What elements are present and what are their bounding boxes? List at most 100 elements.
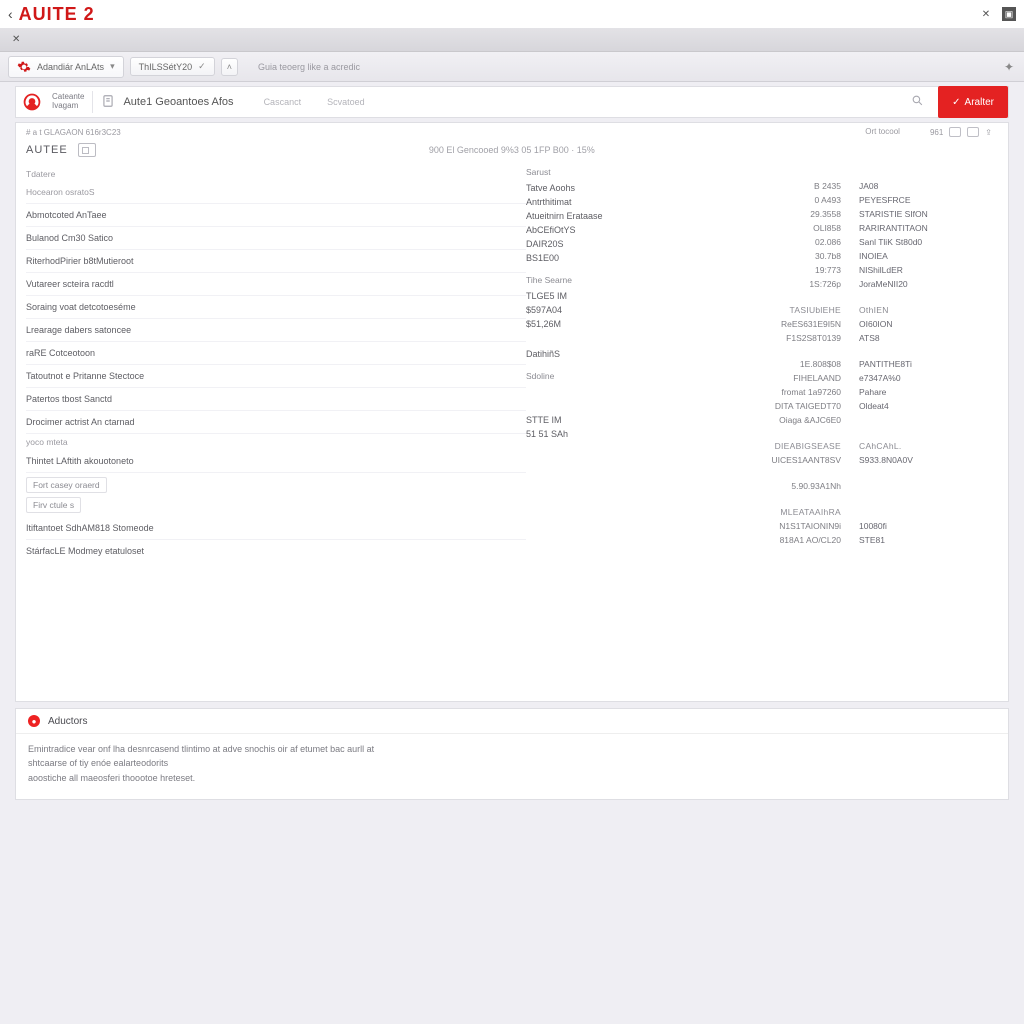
field-row[interactable]: Bulanod Cm30 Satico: [26, 227, 526, 250]
metric-key: B 2435: [766, 181, 841, 191]
chevron-up-icon: ˄: [227, 62, 232, 72]
summary-header: Sdoline: [526, 371, 766, 385]
metric-val: e7347A%0: [859, 373, 998, 383]
section-center-meta: 900 El Gencooed 9%3 05 1FP B00 · 15%: [26, 145, 998, 155]
filter-pill[interactable]: Fort casey oraerd: [26, 477, 107, 493]
summary-value: DAIR20S: [526, 237, 766, 251]
search-icon[interactable]: [911, 94, 924, 110]
field-row[interactable]: Thintet LAftith akouotoneto: [26, 450, 526, 473]
tab-strip: ✕: [0, 28, 1024, 52]
summary-value: AbCEfiOtYS: [526, 223, 766, 237]
tab-close-icon[interactable]: ✕: [4, 34, 28, 45]
summary-value: BS1E00: [526, 251, 766, 265]
field-row[interactable]: Vutareer scteira racdtl: [26, 273, 526, 296]
metric-key: 30.7b8: [766, 251, 841, 261]
metric-val: [859, 481, 998, 491]
metric-val: Sanl TliK St80d0: [859, 237, 998, 247]
summary-header: Sarust: [526, 167, 766, 181]
metric-key: DIEABIGSEASE: [766, 441, 841, 451]
metric-val: Oldeat4: [859, 401, 998, 411]
panel-meta-right-2-label: 961: [930, 128, 943, 137]
field-row[interactable]: Patertos tbost Sanctd: [26, 388, 526, 411]
layout-icon-2[interactable]: [967, 127, 979, 137]
back-icon[interactable]: ‹: [8, 6, 13, 22]
metric-val: [859, 507, 998, 517]
metric-key: MLEATAAIhRA: [766, 507, 841, 517]
metric-val: S933.8N0A0V: [859, 455, 998, 465]
metrics-column: B 2435JA08 0 A493PEYESFRCE 29.3558STARIS…: [766, 167, 998, 562]
notice-line: aoostiche all maeosferi thoootoe hretese…: [28, 771, 996, 785]
breadcrumb-helper-text: Guia teoerg like a acredic: [258, 62, 360, 72]
summary-value: Tatve Aoohs: [526, 181, 766, 195]
metric-val: Pahare: [859, 387, 998, 397]
check-icon: ✓: [198, 61, 206, 72]
summary-value: DatihiñS: [526, 331, 766, 361]
field-row[interactable]: Itiftantoet SdhAM818 Stomeode: [26, 517, 526, 540]
summary-value: Antrthitimat: [526, 195, 766, 209]
close-icon[interactable]: ✕: [980, 8, 992, 20]
metric-val: RARIRANTITAON: [859, 223, 998, 233]
metric-key: UICES1AANT8SV: [766, 455, 841, 465]
field-row-sub: yoco mteta: [26, 434, 526, 450]
metric-val: PANTITHE8Ti: [859, 359, 998, 369]
metric-val: STARISTIE SIfON: [859, 209, 998, 219]
metric-val: OthIEN: [859, 305, 998, 315]
detail-icon[interactable]: [78, 143, 96, 157]
page-icon[interactable]: [101, 94, 115, 111]
summary-value: Atueitnirn Erataase: [526, 209, 766, 223]
breadcrumb-chip-1[interactable]: Adandiár AnLAts ▾: [8, 56, 124, 78]
metric-key: FIHELAAND: [766, 373, 841, 383]
metric-val: JoraMeNII20: [859, 279, 998, 289]
check-icon: ✓: [952, 97, 960, 108]
panel-meta-right-1: Ort tocool: [865, 127, 900, 137]
field-row[interactable]: Hocearon osratoS: [26, 181, 526, 204]
breadcrumb-chip-2[interactable]: ThILSSétY20 ✓: [130, 57, 215, 76]
maximize-icon[interactable]: ▣: [1002, 7, 1016, 21]
notice-title: Aductors: [48, 716, 87, 727]
breadcrumb-chip-1-label: Adandiár AnLAts: [37, 62, 104, 72]
field-row[interactable]: raRE Cotceotoon: [26, 342, 526, 365]
metric-val: NIShilLdER: [859, 265, 998, 275]
metric-val: OI60ION: [859, 319, 998, 329]
metric-key: 1E.808$08: [766, 359, 841, 369]
field-row[interactable]: Drocimer actrist An ctarnad: [26, 411, 526, 434]
header-tab-1[interactable]: Cascanct: [264, 97, 302, 107]
primary-action-button[interactable]: ✓ Aralter: [938, 86, 1008, 118]
page-title: Aute1 Geoantoes Afos: [123, 96, 233, 108]
field-row[interactable]: Abmotcoted AnTaee: [26, 204, 526, 227]
layout-icon[interactable]: [949, 127, 961, 137]
field-row[interactable]: Tatoutnot e Pritanne Stectoce: [26, 365, 526, 388]
header-tabs: Cascanct Scvatoed: [264, 97, 365, 107]
metric-key: fromat 1a97260: [766, 387, 841, 397]
header-tab-2[interactable]: Scvatoed: [327, 97, 365, 107]
app-header: Cateante Ivagam Aute1 Geoantoes Afos Cas…: [15, 86, 1009, 118]
metric-key: 0 A493: [766, 195, 841, 205]
breadcrumb-chip-up[interactable]: ˄: [221, 58, 238, 76]
metric-key: N1S1TAIONIN9i: [766, 521, 841, 531]
metric-val: PEYESFRCE: [859, 195, 998, 205]
field-row[interactable]: Soraing voat detcotoeséme: [26, 296, 526, 319]
metric-key: DITA TAIGEDT70: [766, 401, 841, 411]
app-logo[interactable]: [20, 90, 44, 114]
field-list: Tdatere Hocearon osratoS Abmotcoted AnTa…: [26, 167, 526, 562]
metric-val: JA08: [859, 181, 998, 191]
metric-val: INOIEA: [859, 251, 998, 261]
metric-key: 02.086: [766, 237, 841, 247]
star-icon[interactable]: ✦: [1004, 60, 1014, 74]
summary-value: 51 51 SAh: [526, 427, 766, 441]
notice-line: Emintradice vear onf lha desnrcasend tli…: [28, 742, 996, 756]
field-row[interactable]: Lrearage dabers satoncee: [26, 319, 526, 342]
alert-icon: ●: [28, 715, 40, 727]
notice-panel: ● Aductors Emintradice vear onf lha desn…: [15, 708, 1009, 800]
metric-key: 818A1 AO/CL20: [766, 535, 841, 545]
share-icon[interactable]: ⇪: [985, 128, 992, 137]
primary-action-label: Aralter: [965, 97, 994, 108]
filter-pill[interactable]: Firv ctule s: [26, 497, 81, 513]
vertical-divider: [92, 91, 93, 113]
field-row[interactable]: RiterhodPirier b8tMutieroot: [26, 250, 526, 273]
metric-val: [859, 415, 998, 425]
metric-key: ReES631E9I5N: [766, 319, 841, 329]
notice-line: shtcaarse of tiy enóe ealarteodorits: [28, 756, 996, 770]
field-row[interactable]: StárfacLE Modmey etatuloset: [26, 540, 526, 562]
app-brand: AUITE 2: [19, 4, 95, 25]
